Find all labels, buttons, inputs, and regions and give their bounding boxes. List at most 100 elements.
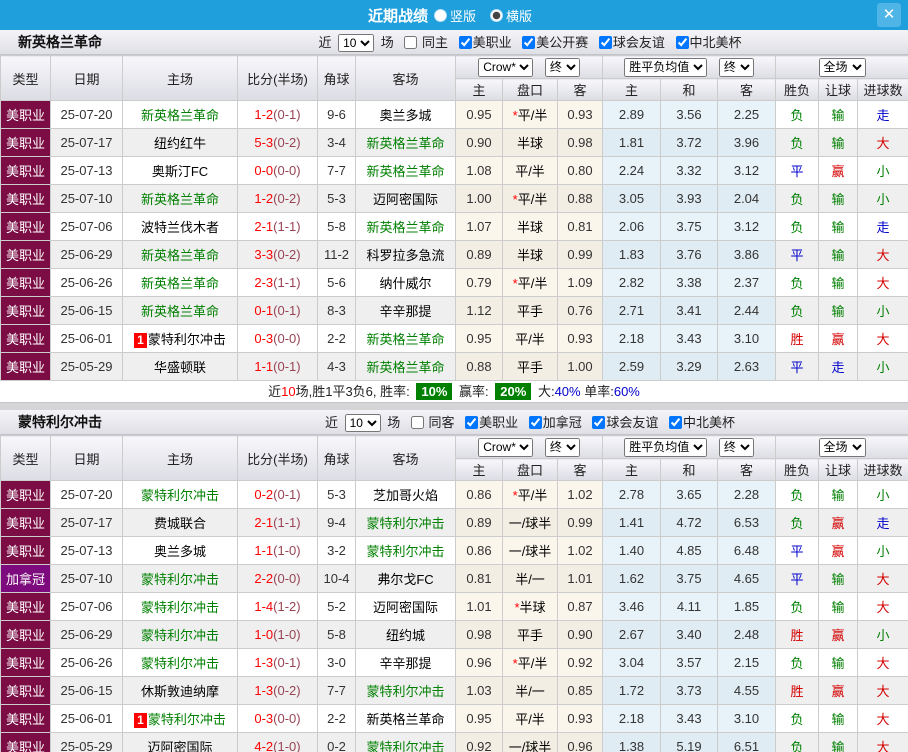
score-cell: 1-3(0-2) bbox=[237, 676, 318, 705]
full-time-score: 2-1 bbox=[254, 219, 274, 234]
home-team-name: 蒙特利尔冲击 bbox=[140, 600, 219, 615]
same-venue-checkbox[interactable] bbox=[410, 416, 424, 429]
match-count-select[interactable]: 10 bbox=[338, 34, 375, 52]
handicap-result: 输 bbox=[818, 240, 859, 269]
corners-cell: 9-4 bbox=[317, 508, 356, 537]
home-team-cell: 费城联合 bbox=[122, 508, 238, 537]
vertical-layout-label[interactable]: 竖版 bbox=[450, 6, 476, 25]
goals-result: 大 bbox=[857, 268, 908, 297]
home-team-cell: 奥斯汀FC bbox=[122, 156, 238, 185]
corners-cell: 2-2 bbox=[317, 324, 356, 353]
home-team-cell: 休斯敦迪纳摩 bbox=[122, 676, 238, 705]
avg-away-odds: 6.53 bbox=[716, 508, 777, 537]
sub-avg-draw: 和 bbox=[660, 458, 718, 481]
handicap-away-odds: 0.85 bbox=[557, 676, 603, 705]
handicap-result: 输 bbox=[818, 480, 859, 509]
handicap-line: 半球 bbox=[502, 212, 558, 241]
record-summary: 近10场,胜1平3负6, 胜率: 10% 赢率: 20% 大:40% 单率:60… bbox=[0, 381, 908, 403]
handicap-line: 半/一 bbox=[502, 676, 558, 705]
corners-cell: 7-7 bbox=[317, 156, 356, 185]
league-badge: 美职业 bbox=[0, 296, 51, 325]
odds-time-select[interactable]: 终 bbox=[544, 437, 580, 457]
score-cell: 0-3(0-0) bbox=[237, 324, 318, 353]
full-time-score: 0-2 bbox=[254, 487, 274, 502]
handicap-result: 输 bbox=[818, 268, 859, 297]
score-cell: 1-0(1-0) bbox=[237, 620, 318, 649]
league-filter-checkbox[interactable] bbox=[522, 36, 536, 49]
league-filter-label: 加拿冠 bbox=[542, 415, 582, 430]
full-time-score: 1-2 bbox=[254, 191, 274, 206]
league-filter-checkbox[interactable] bbox=[528, 416, 542, 429]
same-venue-checkbox[interactable] bbox=[404, 36, 418, 49]
handicap-result: 赢 bbox=[818, 324, 859, 353]
league-filter-checkbox[interactable] bbox=[598, 36, 612, 49]
away-team-name: 辛辛那提 bbox=[379, 304, 432, 319]
avg-type-select[interactable]: 胜平负均值 bbox=[624, 437, 708, 457]
corners-cell: 7-7 bbox=[317, 676, 356, 705]
match-row: 美职业 25-07-10 新英格兰革命 1-2(0-2) 5-3 迈阿密国际 1.00 *平/… bbox=[0, 184, 908, 213]
same-venue-label: 同客 bbox=[428, 415, 455, 430]
handicap-text: 平/半 bbox=[515, 164, 545, 179]
away-team-cell: 科罗拉多急流 bbox=[355, 240, 456, 269]
league-filter-checkbox[interactable] bbox=[465, 416, 479, 429]
odds-company-select[interactable]: Crow* bbox=[478, 437, 534, 457]
avg-draw-odds: 3.43 bbox=[660, 324, 718, 353]
league-filter-checkbox[interactable] bbox=[669, 416, 683, 429]
scope-select[interactable]: 全场 bbox=[818, 57, 866, 77]
home-team-cell: 蒙特利尔冲击 bbox=[122, 564, 238, 593]
avg-home-odds: 2.82 bbox=[602, 268, 661, 297]
avg-home-odds: 1.81 bbox=[602, 128, 661, 157]
sub-avg-draw: 和 bbox=[660, 78, 718, 101]
corners-cell: 4-3 bbox=[317, 352, 356, 381]
home-team-name: 波特兰伐木者 bbox=[140, 220, 219, 235]
league-filter-checkbox[interactable] bbox=[675, 36, 689, 49]
single-rate: 60% bbox=[613, 384, 640, 399]
handicap-home-odds: 0.86 bbox=[455, 480, 503, 509]
handicap-line: 半球 bbox=[502, 240, 558, 269]
scope-select[interactable]: 全场 bbox=[818, 437, 866, 457]
handicap-result: 走 bbox=[818, 352, 859, 381]
summary-count: 10 bbox=[281, 384, 296, 399]
odds-time-select[interactable]: 终 bbox=[544, 57, 580, 77]
league-filter-checkbox[interactable] bbox=[458, 36, 472, 49]
avg-away-odds: 6.51 bbox=[716, 732, 777, 752]
score-cell: 2-2(0-0) bbox=[237, 564, 318, 593]
goals-result: 走 bbox=[857, 508, 908, 537]
vertical-layout-radio[interactable] bbox=[433, 8, 447, 22]
avg-home-odds: 2.71 bbox=[602, 296, 661, 325]
avg-away-odds: 3.86 bbox=[716, 240, 777, 269]
avg-time-select[interactable]: 终 bbox=[718, 437, 754, 457]
away-team-cell: 新英格兰革命 bbox=[355, 704, 456, 733]
league-filter-checkbox[interactable] bbox=[592, 416, 606, 429]
match-row: 美职业 25-07-06 蒙特利尔冲击 1-4(1-2) 5-2 迈阿密国际 1.01 *半球… bbox=[0, 592, 908, 621]
odds-company-select[interactable]: Crow* bbox=[478, 57, 534, 77]
home-team-name: 华盛顿联 bbox=[153, 360, 206, 375]
col-score: 比分(半场) bbox=[237, 435, 318, 481]
avg-draw-odds: 4.72 bbox=[660, 508, 718, 537]
close-icon[interactable]: ✕ bbox=[877, 3, 901, 27]
goals-result: 大 bbox=[857, 240, 908, 269]
away-team-cell: 辛辛那提 bbox=[355, 296, 456, 325]
match-date: 25-05-29 bbox=[50, 352, 123, 381]
home-team-name: 新英格兰革命 bbox=[140, 192, 219, 207]
handicap-away-odds: 0.96 bbox=[557, 732, 603, 752]
goals-result: 小 bbox=[857, 184, 908, 213]
horizontal-layout-label[interactable]: 横版 bbox=[506, 6, 532, 25]
match-date: 25-07-06 bbox=[50, 592, 123, 621]
big-rate: 40% bbox=[554, 384, 581, 399]
score-cell: 0-1(0-1) bbox=[237, 296, 318, 325]
handicap-result: 输 bbox=[818, 704, 859, 733]
away-team-name: 新英格兰革命 bbox=[366, 332, 445, 347]
score-cell: 0-2(0-1) bbox=[237, 480, 318, 509]
wdl-result: 胜 bbox=[775, 620, 820, 649]
handicap-result: 赢 bbox=[818, 508, 859, 537]
match-count-select[interactable]: 10 bbox=[344, 414, 381, 432]
home-team-name: 蒙特利尔冲击 bbox=[140, 656, 219, 671]
match-row: 美职业 25-06-26 新英格兰革命 2-3(1-1) 5-6 纳什威尔 0.79 *平/半… bbox=[0, 268, 908, 297]
handicap-home-odds: 0.95 bbox=[455, 704, 503, 733]
avg-time-select[interactable]: 终 bbox=[718, 57, 754, 77]
league-badge: 美职业 bbox=[0, 212, 51, 241]
avg-type-select[interactable]: 胜平负均值 bbox=[624, 57, 708, 77]
sub-avg-home: 主 bbox=[602, 458, 661, 481]
horizontal-layout-radio[interactable] bbox=[490, 8, 503, 22]
